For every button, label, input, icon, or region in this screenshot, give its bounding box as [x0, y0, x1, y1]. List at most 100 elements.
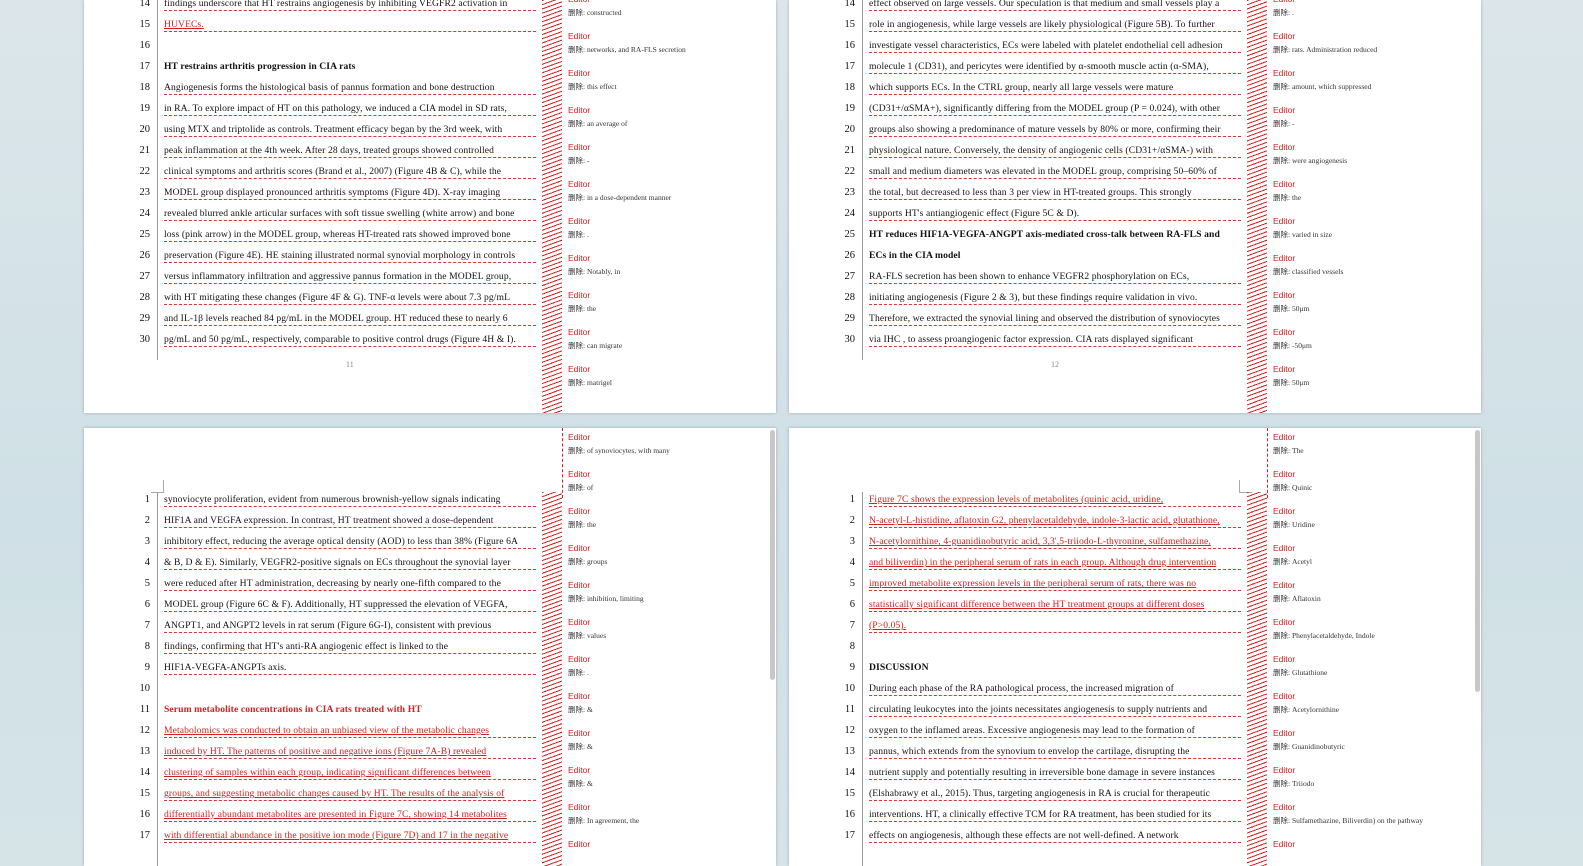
revision-comment[interactable]: Editor 删除: .: [1267, 0, 1467, 29]
document-line[interactable]: 21 physiological nature. Conversely, the …: [789, 143, 1249, 164]
line-text[interactable]: [164, 683, 536, 684]
document-line[interactable]: 9 DISCUSSION: [789, 660, 1249, 681]
document-line[interactable]: 18 which supports ECs. In the CTRL group,…: [789, 80, 1249, 101]
section-heading[interactable]: Serum metabolite concentrations in CIA r…: [164, 704, 536, 716]
line-text[interactable]: groups, and suggesting metabolic changes…: [164, 788, 536, 801]
line-text[interactable]: in RA. To explore impact of HT on this p…: [164, 103, 536, 116]
document-line[interactable]: 16 investigate vessel characteristics, EC…: [789, 38, 1249, 59]
line-text[interactable]: interventions. HT, a clinically effectiv…: [869, 809, 1241, 822]
revision-comment[interactable]: Editor 删除: of: [562, 467, 762, 504]
document-line[interactable]: 12 oxygen to the inflamed areas. Excessiv…: [789, 723, 1249, 744]
document-line[interactable]: 28 with HT mitigating these changes (Figu…: [84, 290, 544, 311]
line-text[interactable]: (Elshabrawy et al., 2015). Thus, targeti…: [869, 788, 1241, 801]
line-text[interactable]: preservation (Figure 4E). HE staining il…: [164, 250, 536, 263]
section-heading[interactable]: HT restrains arthritis progression in CI…: [164, 61, 536, 73]
revision-comment[interactable]: Editor 删除: matrigel: [562, 362, 762, 399]
document-line[interactable]: 8 findings, confirming that HT's anti-RA …: [84, 639, 544, 660]
revision-comment[interactable]: Editor 删除: Acetylornithine: [1267, 689, 1467, 726]
revision-comment[interactable]: Editor 删除: Quinic: [1267, 467, 1467, 504]
document-line[interactable]: 22 clinical symptoms and arthritis scores…: [84, 164, 544, 185]
line-text[interactable]: via IHC , to assess proangiogenic factor…: [869, 334, 1241, 347]
line-text[interactable]: ANGPT1, and ANGPT2 levels in rat serum (…: [164, 620, 536, 633]
revision-comment[interactable]: Editor: [1267, 837, 1467, 866]
document-line[interactable]: 26 preservation (Figure 4E). HE staining …: [84, 248, 544, 269]
line-text[interactable]: MODEL group (Figure 6C & F). Additionall…: [164, 599, 536, 612]
document-line[interactable]: 17 HT restrains arthritis progression in …: [84, 59, 544, 80]
document-line[interactable]: 30 pg/mL and 50 pg/mL, respectively, comp…: [84, 332, 544, 353]
line-text[interactable]: and IL-1β levels reached 84 pg/mL in the…: [164, 313, 536, 326]
revision-comment[interactable]: Editor 删除: constructed: [562, 0, 762, 29]
document-line[interactable]: 10 During each phase of the RA pathologi…: [789, 681, 1249, 702]
line-text[interactable]: induced by HT. The patterns of positive …: [164, 746, 536, 759]
document-line[interactable]: 5 improved metabolite expression levels i…: [789, 576, 1249, 597]
revision-comment[interactable]: Editor 删除: were angiogenesis: [1267, 140, 1467, 177]
line-text[interactable]: versus inflammatory infiltration and agg…: [164, 271, 536, 284]
revision-comment[interactable]: Editor 删除: inhibition, limiting: [562, 578, 762, 615]
document-line[interactable]: 24 revealed blurred ankle articular surfa…: [84, 206, 544, 227]
document-line[interactable]: 25 HT reduces HIF1A-VEGFA-ANGPT axis-medi…: [789, 227, 1249, 248]
line-text[interactable]: clinical symptoms and arthritis scores (…: [164, 166, 536, 179]
revision-comment[interactable]: Editor 删除: networks, and RA-FLS secretion: [562, 29, 762, 66]
revision-comment[interactable]: Editor 删除: &: [562, 726, 762, 763]
document-line[interactable]: 1 synoviocyte proliferation, evident from…: [84, 492, 544, 513]
line-text[interactable]: and biliverdin) in the peripheral serum …: [869, 557, 1241, 570]
revision-comment[interactable]: Editor 删除: this effect: [562, 66, 762, 103]
line-text[interactable]: RA-FLS secretion has been shown to enhan…: [869, 271, 1241, 284]
revision-comment[interactable]: Editor 删除: Aflatoxin: [1267, 578, 1467, 615]
line-text[interactable]: & B, D & E). Similarly, VEGFR2-positive …: [164, 557, 536, 570]
document-line[interactable]: 27 RA-FLS secretion has been shown to en…: [789, 269, 1249, 290]
line-text[interactable]: Angiogenesis forms the histological basi…: [164, 82, 536, 95]
document-line[interactable]: 2 N-acetyl-L-histidine, aflatoxin G2, phe…: [789, 513, 1249, 534]
document-line[interactable]: 15 HUVECs.: [84, 17, 544, 38]
document-line[interactable]: 15 (Elshabrawy et al., 2015). Thus, targe…: [789, 786, 1249, 807]
document-line[interactable]: 14 effect observed on large vessels. Our …: [789, 0, 1249, 17]
line-text[interactable]: HUVECs.: [164, 19, 536, 32]
revision-comment[interactable]: Editor 删除: classified vessels: [1267, 251, 1467, 288]
document-line[interactable]: 14 clustering of samples within each grou…: [84, 765, 544, 786]
document-line[interactable]: 23 the total, but decreased to less than …: [789, 185, 1249, 206]
document-line[interactable]: 19 in RA. To explore impact of HT on this…: [84, 101, 544, 122]
line-text[interactable]: [164, 40, 536, 41]
document-line[interactable]: 19 (CD31+/αSMA+), significantly differing…: [789, 101, 1249, 122]
document-line[interactable]: 21 peak inflammation at the 4th week. Aft…: [84, 143, 544, 164]
line-text[interactable]: molecule 1 (CD31), and pericytes were id…: [869, 61, 1241, 74]
revision-comment[interactable]: Editor 删除: -: [1267, 103, 1467, 140]
line-text[interactable]: pg/mL and 50 pg/mL, respectively, compar…: [164, 334, 536, 347]
line-text[interactable]: which supports ECs. In the CTRL group, n…: [869, 82, 1241, 95]
document-line[interactable]: 8: [789, 639, 1249, 660]
revision-comment[interactable]: Editor 删除: The: [1267, 430, 1467, 467]
document-line[interactable]: 3 inhibitory effect, reducing the average…: [84, 534, 544, 555]
section-heading[interactable]: ECs in the CIA model: [869, 250, 1241, 262]
line-text[interactable]: effect observed on large vessels. Our sp…: [869, 0, 1241, 11]
line-text[interactable]: differentially abundant metabolites are …: [164, 809, 536, 822]
document-line[interactable]: 15 role in angiogenesis, while large vess…: [789, 17, 1249, 38]
revision-comment[interactable]: Editor 删除: -50μm: [1267, 325, 1467, 362]
document-line[interactable]: 16: [84, 38, 544, 59]
scrollbar-thumb[interactable]: [770, 430, 775, 680]
line-text[interactable]: pannus, which extends from the synovium …: [869, 746, 1241, 759]
revision-comment[interactable]: Editor 删除: .: [562, 652, 762, 689]
line-text[interactable]: physiological nature. Conversely, the de…: [869, 145, 1241, 158]
revision-comment[interactable]: Editor 删除: the: [1267, 177, 1467, 214]
document-line[interactable]: 3 N-acetylornithine, 4-guanidinobutyric a…: [789, 534, 1249, 555]
line-text[interactable]: supports HT's antiangiogenic effect (Fig…: [869, 208, 1241, 221]
document-line[interactable]: 23 MODEL group displayed pronounced arthr…: [84, 185, 544, 206]
revision-comment[interactable]: Editor 删除: Notably, in: [562, 251, 762, 288]
line-text[interactable]: peak inflammation at the 4th week. After…: [164, 145, 536, 158]
line-text[interactable]: circulating leukocytes into the joints n…: [869, 704, 1241, 717]
line-text[interactable]: revealed blurred ankle articular surface…: [164, 208, 536, 221]
document-line[interactable]: 27 versus inflammatory infiltration and a…: [84, 269, 544, 290]
document-line[interactable]: 18 Angiogenesis forms the histological b…: [84, 80, 544, 101]
line-text[interactable]: findings underscore that HT restrains an…: [164, 0, 536, 11]
revision-comment[interactable]: Editor 删除: Guanidinobutyric: [1267, 726, 1467, 763]
document-line[interactable]: 29 and IL-1β levels reached 84 pg/mL in t…: [84, 311, 544, 332]
line-text[interactable]: inhibitory effect, reducing the average …: [164, 536, 536, 549]
document-line[interactable]: 14 nutrient supply and potentially result…: [789, 765, 1249, 786]
revision-comment[interactable]: Editor 删除: amount, which suppressed: [1267, 66, 1467, 103]
document-line[interactable]: 20 using MTX and triptolide as controls. …: [84, 122, 544, 143]
document-line[interactable]: 1 Figure 7C shows the expression levels o…: [789, 492, 1249, 513]
revision-comment[interactable]: Editor 删除: varied in size: [1267, 214, 1467, 251]
document-line[interactable]: 6 statistically significant difference be…: [789, 597, 1249, 618]
revision-comment[interactable]: Editor 删除: Triiodo: [1267, 763, 1467, 800]
document-line[interactable]: 26 ECs in the CIA model: [789, 248, 1249, 269]
